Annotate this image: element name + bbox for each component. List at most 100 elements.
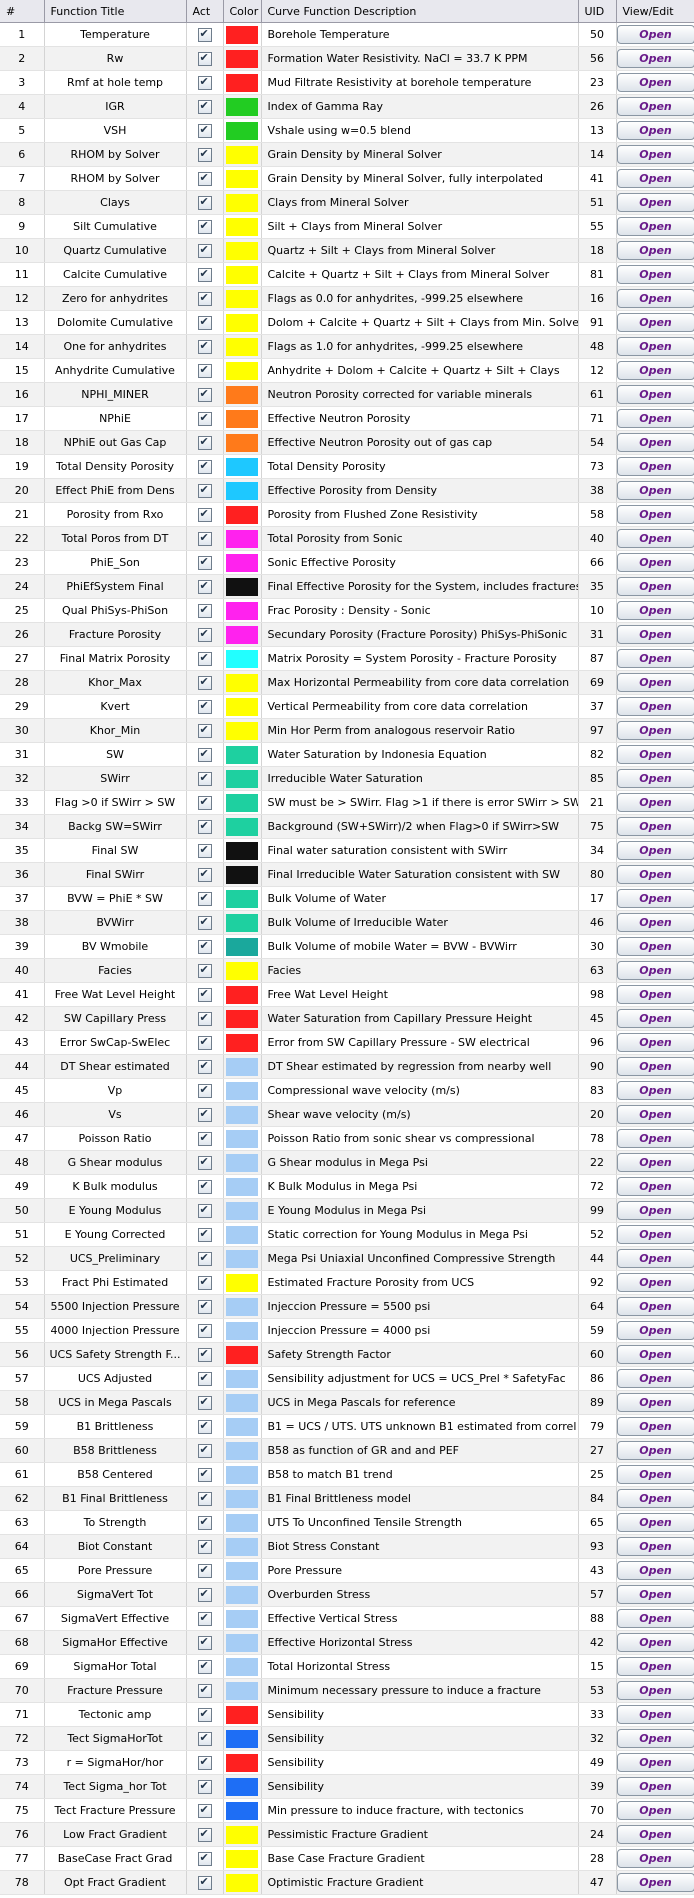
active-checkbox[interactable] [186, 1798, 224, 1823]
open-button[interactable]: Open [616, 985, 693, 1004]
open-button[interactable]: Open [616, 1369, 693, 1388]
color-swatch[interactable] [226, 457, 258, 476]
color-cell[interactable] [223, 958, 262, 983]
active-checkbox[interactable] [186, 1510, 224, 1535]
open-button[interactable]: Open [616, 121, 693, 140]
open-button[interactable]: Open [616, 1609, 693, 1628]
color-cell[interactable] [223, 838, 262, 863]
checkmark-icon[interactable] [197, 1587, 212, 1602]
active-checkbox[interactable] [186, 1030, 224, 1055]
open-button[interactable]: Open [616, 505, 693, 524]
open-button[interactable]: Open [616, 1849, 693, 1868]
table-row[interactable]: 57UCS Adjusted Sensibility adjustment for… [0, 1366, 694, 1391]
checkmark-icon[interactable] [197, 243, 212, 258]
color-cell[interactable] [223, 1318, 262, 1343]
color-cell[interactable] [223, 1030, 262, 1055]
active-checkbox[interactable] [186, 1246, 224, 1271]
open-button[interactable]: Open [616, 313, 693, 332]
color-cell[interactable] [223, 886, 262, 911]
color-swatch[interactable] [226, 625, 258, 644]
table-row[interactable]: 60B58 Brittleness B58 as function of GR a… [0, 1438, 694, 1463]
checkmark-icon[interactable] [197, 1539, 212, 1554]
color-swatch[interactable] [226, 145, 258, 164]
table-row[interactable]: 43Error SwCap-SwElec Error from SW Capill… [0, 1030, 694, 1055]
color-swatch[interactable] [226, 1513, 258, 1532]
active-checkbox[interactable] [186, 1678, 224, 1703]
color-cell[interactable] [223, 142, 262, 167]
open-button[interactable]: Open [616, 649, 693, 668]
open-button[interactable]: Open [616, 1129, 693, 1148]
active-checkbox[interactable] [186, 1486, 224, 1511]
open-button[interactable]: Open [616, 97, 693, 116]
table-row[interactable]: 40FaciesFacies63Open [0, 958, 694, 983]
checkmark-icon[interactable] [197, 747, 212, 762]
color-swatch[interactable] [226, 1033, 258, 1052]
color-swatch[interactable] [226, 1849, 258, 1868]
table-row[interactable]: 42SW Capillary Press Water Saturation fro… [0, 1006, 694, 1031]
color-swatch[interactable] [226, 1489, 258, 1508]
checkmark-icon[interactable] [197, 75, 212, 90]
table-row[interactable]: 16NPHI_MINER Neutron Porosity corrected f… [0, 382, 694, 407]
open-button[interactable]: Open [616, 481, 693, 500]
open-button[interactable]: Open [616, 289, 693, 308]
color-cell[interactable] [223, 1462, 262, 1487]
open-button[interactable]: Open [616, 145, 693, 164]
open-button[interactable]: Open [616, 433, 693, 452]
color-cell[interactable] [223, 1246, 262, 1271]
open-button[interactable]: Open [616, 169, 693, 188]
active-checkbox[interactable] [186, 118, 224, 143]
checkmark-icon[interactable] [197, 1227, 212, 1242]
color-cell[interactable] [223, 1870, 262, 1895]
color-cell[interactable] [223, 1654, 262, 1679]
table-row[interactable]: 17NPhiE Effective Neutron Porosity71Open [0, 406, 694, 431]
table-row[interactable]: 67SigmaVert Effective Effective Vertical … [0, 1606, 694, 1631]
table-row[interactable]: 74Tect Sigma_hor Tot Sensibility39Open [0, 1774, 694, 1799]
open-button[interactable]: Open [616, 73, 693, 92]
active-checkbox[interactable] [186, 1222, 224, 1247]
color-cell[interactable] [223, 454, 262, 479]
color-cell[interactable] [223, 1222, 262, 1247]
color-cell[interactable] [223, 1390, 262, 1415]
color-cell[interactable] [223, 118, 262, 143]
open-button[interactable]: Open [616, 337, 693, 356]
color-swatch[interactable] [226, 1537, 258, 1556]
checkmark-icon[interactable] [197, 1131, 212, 1146]
checkmark-icon[interactable] [197, 1515, 212, 1530]
color-cell[interactable] [223, 1750, 262, 1775]
color-swatch[interactable] [226, 673, 258, 692]
table-row[interactable]: 38BVWirr Bulk Volume of Irreducible Water… [0, 910, 694, 935]
table-row[interactable]: 8Clays Clays from Mineral Solver51Open [0, 190, 694, 215]
table-row[interactable]: 36Final SWirr Final Irreducible Water Sat… [0, 862, 694, 887]
color-cell[interactable] [223, 1510, 262, 1535]
checkmark-icon[interactable] [197, 1707, 212, 1722]
active-checkbox[interactable] [186, 1870, 224, 1895]
open-button[interactable]: Open [616, 49, 693, 68]
color-cell[interactable] [223, 502, 262, 527]
checkmark-icon[interactable] [197, 219, 212, 234]
active-checkbox[interactable] [186, 934, 224, 959]
color-cell[interactable] [223, 646, 262, 671]
table-row[interactable]: 58UCS in Mega Pascals UCS in Mega Pascals… [0, 1390, 694, 1415]
table-row[interactable]: 73r = SigmaHor/hor Sensibility49Open [0, 1750, 694, 1775]
color-cell[interactable] [223, 982, 262, 1007]
checkmark-icon[interactable] [197, 1251, 212, 1266]
table-row[interactable]: 7RHOM by Solver Grain Density by Mineral … [0, 166, 694, 191]
open-button[interactable]: Open [616, 217, 693, 236]
column-header-view-edit[interactable]: View/Edit [616, 0, 694, 23]
color-swatch[interactable] [226, 577, 258, 596]
active-checkbox[interactable] [186, 22, 224, 47]
color-cell[interactable] [223, 22, 262, 47]
checkmark-icon[interactable] [197, 291, 212, 306]
checkmark-icon[interactable] [197, 1155, 212, 1170]
color-cell[interactable] [223, 1102, 262, 1127]
color-cell[interactable] [223, 1054, 262, 1079]
open-button[interactable]: Open [616, 361, 693, 380]
color-cell[interactable] [223, 94, 262, 119]
checkmark-icon[interactable] [197, 1035, 212, 1050]
color-cell[interactable] [223, 262, 262, 287]
open-button[interactable]: Open [616, 1681, 693, 1700]
color-swatch[interactable] [226, 1129, 258, 1148]
color-swatch[interactable] [226, 1273, 258, 1292]
table-row[interactable]: 15Anhydrite Cumulative Anhydrite + Dolom … [0, 358, 694, 383]
column-header-function-title[interactable]: Function Title [44, 0, 187, 23]
